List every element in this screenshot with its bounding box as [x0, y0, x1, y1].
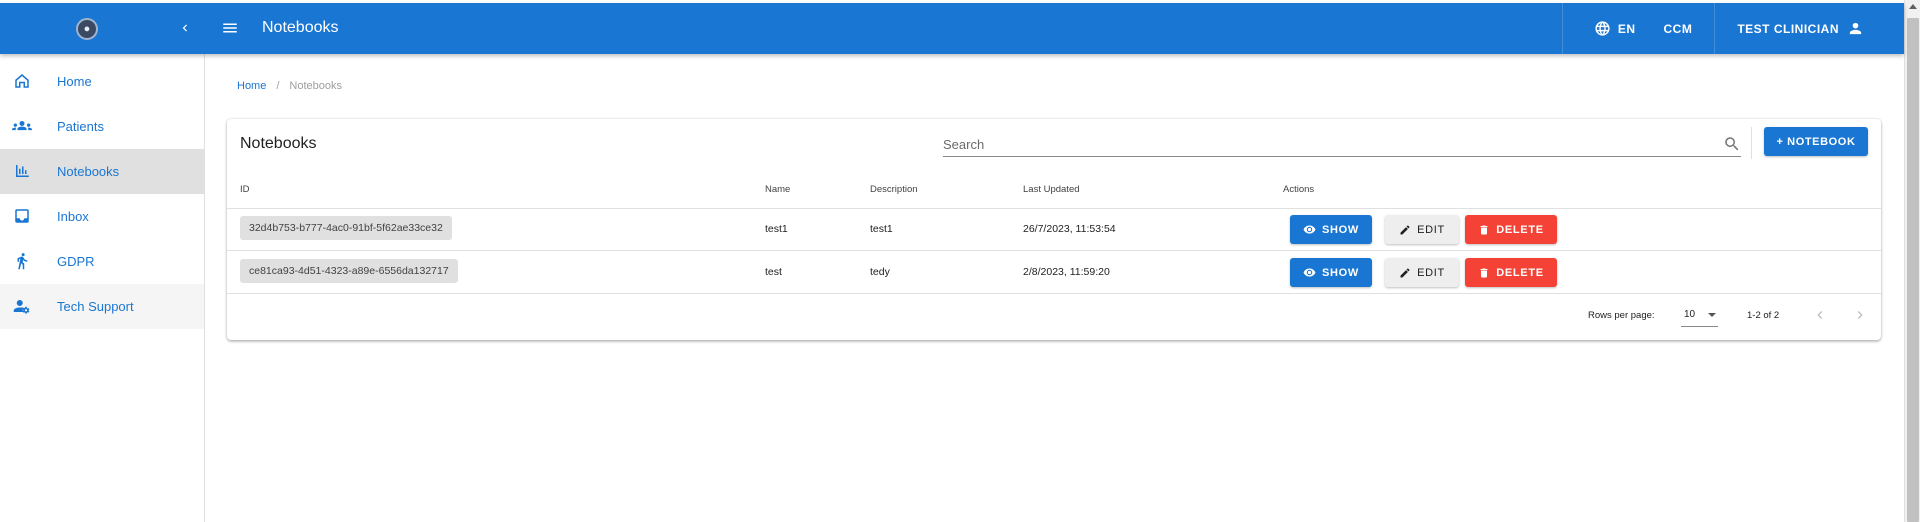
trash-icon	[1480, 225, 1488, 234]
delete-button[interactable]: DELETE	[1465, 215, 1557, 244]
notebooks-card: Notebooks + NOTEBOOK ID Name Description…	[227, 119, 1881, 340]
sidebar-item-inbox[interactable]: Inbox	[0, 194, 204, 239]
search-icon[interactable]	[1723, 135, 1741, 153]
next-page-button[interactable]	[1848, 303, 1872, 327]
people-icon	[12, 116, 32, 136]
table-pagination: Rows per page: 10 1-2 of 2	[227, 291, 1881, 340]
rows-per-page-label: Rows per page:	[1588, 310, 1655, 321]
trash-icon	[1480, 268, 1488, 277]
id-chip: 32d4b753-b777-4ac0-91bf-5f62ae33ce32	[240, 216, 452, 240]
edit-button[interactable]: EDIT	[1385, 258, 1459, 287]
person-icon	[1849, 22, 1862, 35]
description-cell: test1	[870, 223, 893, 235]
column-header-name[interactable]: Name	[765, 184, 790, 195]
last-updated-cell: 2/8/2023, 11:59:20	[1023, 266, 1110, 278]
sidebar-item-label: Patients	[57, 119, 104, 134]
rows-per-page-value: 10	[1684, 309, 1696, 320]
sidebar-item-label: Inbox	[57, 209, 89, 224]
edit-button[interactable]: EDIT	[1385, 215, 1459, 244]
sidebar-item-gdpr[interactable]: GDPR	[0, 239, 204, 284]
scroll-thumb[interactable]	[1907, 18, 1919, 522]
column-header-actions: Actions	[1283, 184, 1315, 195]
column-header-last-updated[interactable]: Last Updated	[1023, 184, 1080, 195]
show-button[interactable]: SHOW	[1290, 215, 1372, 244]
gdpr-icon	[12, 251, 32, 271]
sidebar-item-home[interactable]: Home	[0, 59, 204, 104]
language-label: EN	[1617, 21, 1636, 36]
breadcrumb: Home / Notebooks	[237, 80, 342, 92]
organization-label: CCM	[1663, 21, 1693, 36]
breadcrumb-separator: /	[276, 80, 280, 92]
add-notebook-button[interactable]: + NOTEBOOK	[1764, 127, 1868, 156]
sidebar-item-label: GDPR	[57, 254, 95, 269]
appbar-actions: EN CCM TEST CLINICIAN	[1561, 3, 1904, 54]
chevron-right-icon	[1857, 311, 1863, 319]
collapse-sidebar-button[interactable]	[172, 15, 198, 41]
chevron-left-icon	[182, 24, 187, 32]
show-label: SHOW	[1321, 223, 1360, 236]
column-header-id[interactable]: ID	[240, 184, 250, 195]
home-icon	[12, 71, 32, 91]
show-button[interactable]: SHOW	[1290, 258, 1372, 287]
menu-button[interactable]	[217, 15, 243, 41]
logo-area: ●	[0, 3, 205, 54]
inbox-icon	[12, 206, 32, 226]
eye-icon	[1303, 268, 1316, 277]
scroll-up-arrow-icon[interactable]	[1909, 4, 1917, 9]
row-divider	[227, 250, 1881, 251]
breadcrumb-home-link[interactable]: Home	[237, 80, 266, 92]
delete-button[interactable]: DELETE	[1465, 258, 1557, 287]
search-input[interactable]	[943, 135, 1703, 153]
bar-chart-icon	[12, 161, 32, 181]
page-scrollbar[interactable]	[1904, 0, 1920, 522]
breadcrumb-current: Notebooks	[289, 80, 342, 92]
toolbar-divider	[1751, 127, 1752, 159]
organization-button[interactable]: CCM	[1664, 3, 1715, 54]
chevron-left-icon	[1817, 311, 1823, 319]
pencil-icon	[1400, 268, 1410, 277]
name-cell: test	[765, 266, 782, 278]
support-icon	[12, 296, 32, 316]
sidebar-item-label: Notebooks	[57, 164, 120, 179]
user-name: TEST CLINICIAN	[1737, 21, 1839, 36]
header-divider	[227, 208, 1881, 209]
column-header-description[interactable]: Description	[870, 184, 918, 195]
id-chip: ce81ca93-4d51-4323-a89e-6556da132717	[240, 259, 458, 283]
eye-icon	[1303, 225, 1316, 234]
globe-icon	[1595, 21, 1610, 36]
rows-per-page-select[interactable]: 10	[1681, 303, 1718, 327]
pencil-icon	[1400, 225, 1410, 234]
page-title: Notebooks	[262, 19, 339, 36]
edit-label: EDIT	[1417, 266, 1445, 279]
search-field	[943, 129, 1741, 157]
sidebar-item-label: Home	[57, 74, 92, 89]
app-logo[interactable]: ●	[76, 18, 98, 40]
hamburger-menu-icon	[223, 23, 237, 33]
show-label: SHOW	[1321, 266, 1360, 279]
sidebar-item-tech-support[interactable]: Tech Support	[0, 284, 204, 329]
delete-label: DELETE	[1496, 266, 1544, 279]
description-cell: tedy	[870, 266, 890, 278]
sidebar-item-label: Tech Support	[57, 299, 134, 314]
caret-down-icon	[1708, 313, 1716, 317]
name-cell: test1	[765, 223, 788, 235]
language-button[interactable]: EN	[1561, 3, 1664, 54]
sidebar: Home Patients Notebooks Inbox GDPR Tech …	[0, 54, 205, 522]
sidebar-item-patients[interactable]: Patients	[0, 104, 204, 149]
delete-label: DELETE	[1496, 223, 1544, 236]
last-updated-cell: 26/7/2023, 11:53:54	[1023, 223, 1116, 235]
user-menu-button[interactable]: TEST CLINICIAN	[1714, 3, 1904, 54]
sidebar-item-notebooks[interactable]: Notebooks	[0, 149, 204, 194]
edit-label: EDIT	[1417, 223, 1445, 236]
card-title: Notebooks	[240, 135, 317, 152]
app-bar: ● Notebooks EN CCM TEST CLINICIAN	[0, 3, 1904, 54]
page-range: 1-2 of 2	[1747, 310, 1780, 321]
previous-page-button[interactable]	[1808, 303, 1832, 327]
